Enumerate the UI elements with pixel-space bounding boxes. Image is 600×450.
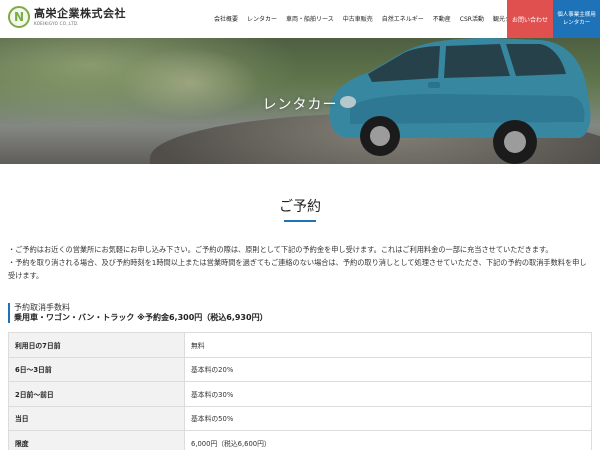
nav-item-real-estate[interactable]: 不動産 [433,14,451,23]
row-label: 限度 [8,430,185,450]
contact-button[interactable]: お問い合わせ [507,0,553,38]
note-line: ・ご予約はお近くの営業所にお気軽にお申し込み下さい。ご予約の際は、原則として下記… [8,245,553,254]
fee-subtitle: 乗用車・ワゴン・バン・トラック ※予約金6,300円（税込6,930円） [14,313,268,322]
reservation-notes: ・ご予約はお近くの営業所にお気軽にお申し込み下さい。ご予約の際は、原則として下記… [8,243,592,282]
table-row: 限度 6,000円（税込6,600円） [8,430,592,450]
nav-item-energy[interactable]: 自然エネルギー [382,14,424,23]
table-row: 当日 基本料の50% [8,405,592,431]
table-row: 6日〜3日前 基本料の20% [8,356,592,382]
nav-item-csr[interactable]: CSR活動 [460,14,484,23]
row-label: 2日前〜前日 [8,381,185,407]
row-label: 当日 [8,405,185,431]
business-rental-label-1: 個人事業主様用 [557,12,596,18]
table-row: 利用日の7日前 無料 [8,332,592,358]
note-line: ・予約を取り消される場合、及び予約時刻を1時間以上または営業時間を過ぎてもご連絡… [8,258,587,280]
cancellation-fee-table: 利用日の7日前 無料 6日〜3日前 基本料の20% 2日前〜前日 基本料の30%… [8,332,592,450]
contact-button-label: お問い合わせ [511,16,548,24]
logo-company-name: 高栄企業株式会社 [34,7,126,20]
global-nav: 会社概要 レンタカー 車両・船舶リース 中古車販売 自然エネルギー 不動産 CS… [214,14,544,23]
nav-item-rental[interactable]: レンタカー [247,14,277,23]
row-value: 基本料の30% [184,381,592,407]
page-title: ご予約 [279,199,321,215]
row-label: 6日〜3日前 [8,356,185,382]
row-value: 6,000円（税込6,600円） [184,430,592,450]
hero-title: レンタカー [262,97,338,113]
table-row: 2日前〜前日 基本料の30% [8,381,592,407]
row-value: 基本料の50% [184,405,592,431]
row-value: 基本料の20% [184,356,592,382]
fee-title: 予約取消手数料 [14,303,70,312]
business-rental-label-2: レンタカー [562,20,591,26]
logo-text: 高栄企業株式会社 KOEIKIGYO CO.,LTD. [34,7,126,27]
fee-heading: 予約取消手数料 乗用車・ワゴン・バン・トラック ※予約金6,300円（税込6,9… [8,303,268,323]
logo-company-en: KOEIKIGYO CO.,LTD. [34,21,79,26]
company-logo[interactable]: N 高栄企業株式会社 KOEIKIGYO CO.,LTD. [8,6,126,28]
business-rental-button[interactable]: 個人事業主様用 レンタカー [553,0,600,38]
row-label: 利用日の7日前 [8,332,185,358]
title-underline [284,220,316,222]
nav-item-company[interactable]: 会社概要 [214,14,238,23]
logo-mark-icon: N [8,6,30,28]
site-header: N 高栄企業株式会社 KOEIKIGYO CO.,LTD. 会社概要 レンタカー… [0,0,600,38]
nav-item-used-cars[interactable]: 中古車販売 [343,14,373,23]
nav-item-lease[interactable]: 車両・船舶リース [286,14,334,23]
row-value: 無料 [184,332,592,358]
hero-banner: レンタカー [0,38,600,164]
